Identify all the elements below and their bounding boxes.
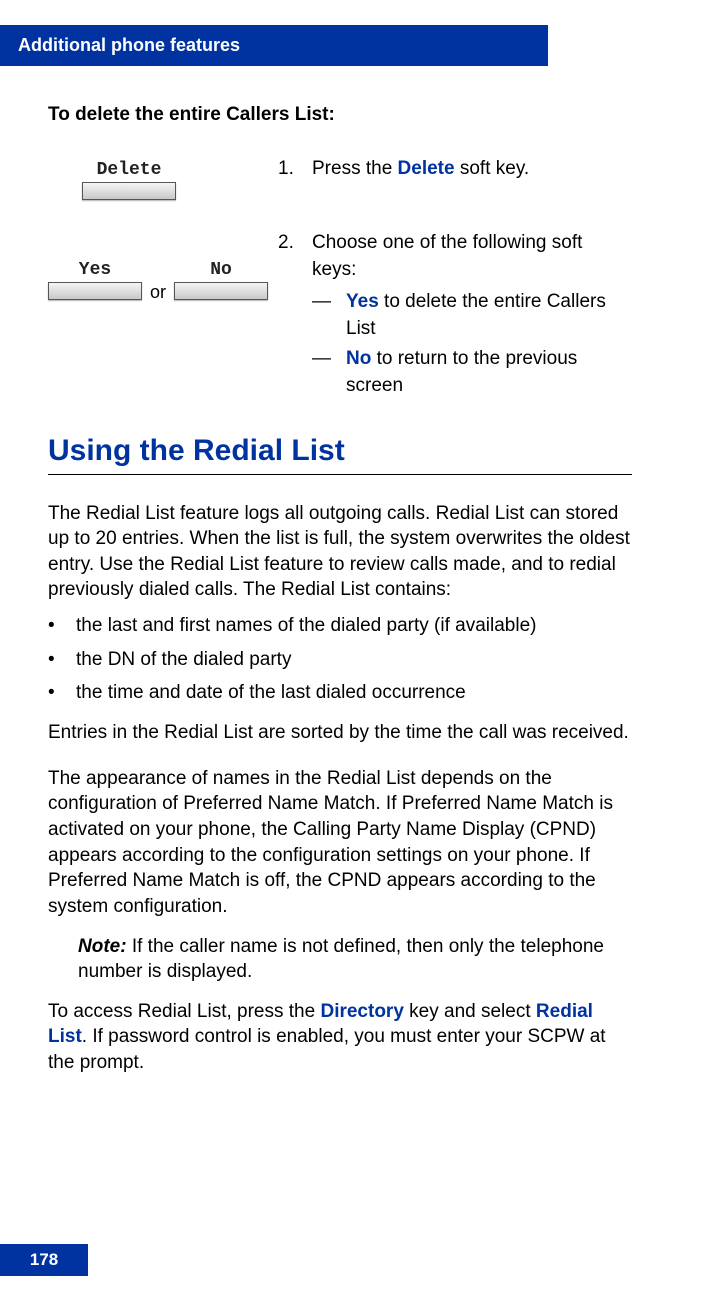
softkey-button-no[interactable] (174, 282, 268, 300)
note-block: Note: If the caller name is not defined,… (78, 934, 632, 985)
sub-highlight: Yes (346, 291, 379, 312)
bullet-item: • the last and first names of the dialed … (48, 613, 632, 639)
sub-rest: to delete the entire Callers List (346, 291, 606, 339)
or-text: or (148, 282, 168, 303)
note-label: Note: (78, 936, 127, 957)
page-content: To delete the entire Callers List: Delet… (0, 104, 680, 1076)
bullet-dot: • (48, 680, 58, 706)
section-intro: The Redial List feature logs all outgoin… (48, 501, 632, 604)
step-row-1: Delete 1. Press the Delete soft key. (48, 156, 632, 200)
sub-highlight: No (346, 348, 371, 369)
softkey-column: Yes or No (48, 230, 278, 300)
sorted-para: Entries in the Redial List are sorted by… (48, 720, 632, 746)
page-header: Additional phone features (0, 25, 548, 66)
bullet-text: the last and first names of the dialed p… (76, 613, 536, 639)
step-number: 2. (278, 230, 298, 283)
softkey-yes: Yes (48, 260, 142, 300)
sub-rest: to return to the previous screen (346, 348, 577, 396)
step-text-2: 2. Choose one of the following soft keys… (278, 230, 632, 400)
softkey-label-no: No (210, 260, 232, 280)
access-hl-directory: Directory (320, 1001, 403, 1022)
section-title: Using the Redial List (48, 434, 632, 475)
access-para: To access Redial List, press the Directo… (48, 999, 632, 1076)
header-title: Additional phone features (18, 35, 240, 55)
sub-line: Yes to delete the entire Callers List (346, 289, 632, 342)
bullet-dot: • (48, 647, 58, 673)
access-pre: To access Redial List, press the (48, 1001, 320, 1022)
cpnd-para: The appearance of names in the Redial Li… (48, 766, 632, 920)
sub-dash: — (312, 346, 332, 399)
bullet-text: the DN of the dialed party (76, 647, 291, 673)
softkey-column: Delete (48, 156, 278, 200)
step-sublist: — Yes to delete the entire Callers List … (278, 289, 632, 399)
softkey-label-yes: Yes (79, 260, 111, 280)
bullet-text: the time and date of the last dialed occ… (76, 680, 466, 706)
softkey-button-delete[interactable] (82, 182, 176, 200)
softkey-no: No (174, 260, 268, 300)
step-line: Choose one of the following soft keys: (312, 230, 632, 283)
softkey-delete: Delete (82, 160, 176, 200)
step-sub-item: — No to return to the previous screen (278, 346, 632, 399)
step-text-pre: Press the (312, 158, 398, 179)
softkey-group: Delete (48, 160, 176, 200)
sub-dash: — (312, 289, 332, 342)
softkey-label-delete: Delete (97, 160, 162, 180)
sub-line: No to return to the previous screen (346, 346, 632, 399)
bullet-item: • the time and date of the last dialed oc… (48, 680, 632, 706)
step-number: 1. (278, 156, 298, 183)
instruction-heading: To delete the entire Callers List: (48, 104, 632, 126)
bullet-dot: • (48, 613, 58, 639)
softkey-button-yes[interactable] (48, 282, 142, 300)
step-row-2: Yes or No 2. Choose one of the following… (48, 230, 632, 400)
access-post: . If password control is enabled, you mu… (48, 1026, 606, 1073)
softkey-group-yesno: Yes or No (48, 260, 268, 300)
step-line: Press the Delete soft key. (312, 156, 529, 183)
step-text-1: 1. Press the Delete soft key. (278, 156, 632, 183)
page-number: 178 (0, 1244, 88, 1276)
bullet-item: • the DN of the dialed party (48, 647, 632, 673)
step-sub-item: — Yes to delete the entire Callers List (278, 289, 632, 342)
access-mid: key and select (404, 1001, 536, 1022)
note-text: If the caller name is not defined, then … (78, 936, 604, 983)
bullet-list: • the last and first names of the dialed … (48, 613, 632, 706)
step-text-highlight: Delete (398, 158, 455, 179)
step-text-post: soft key. (455, 158, 530, 179)
